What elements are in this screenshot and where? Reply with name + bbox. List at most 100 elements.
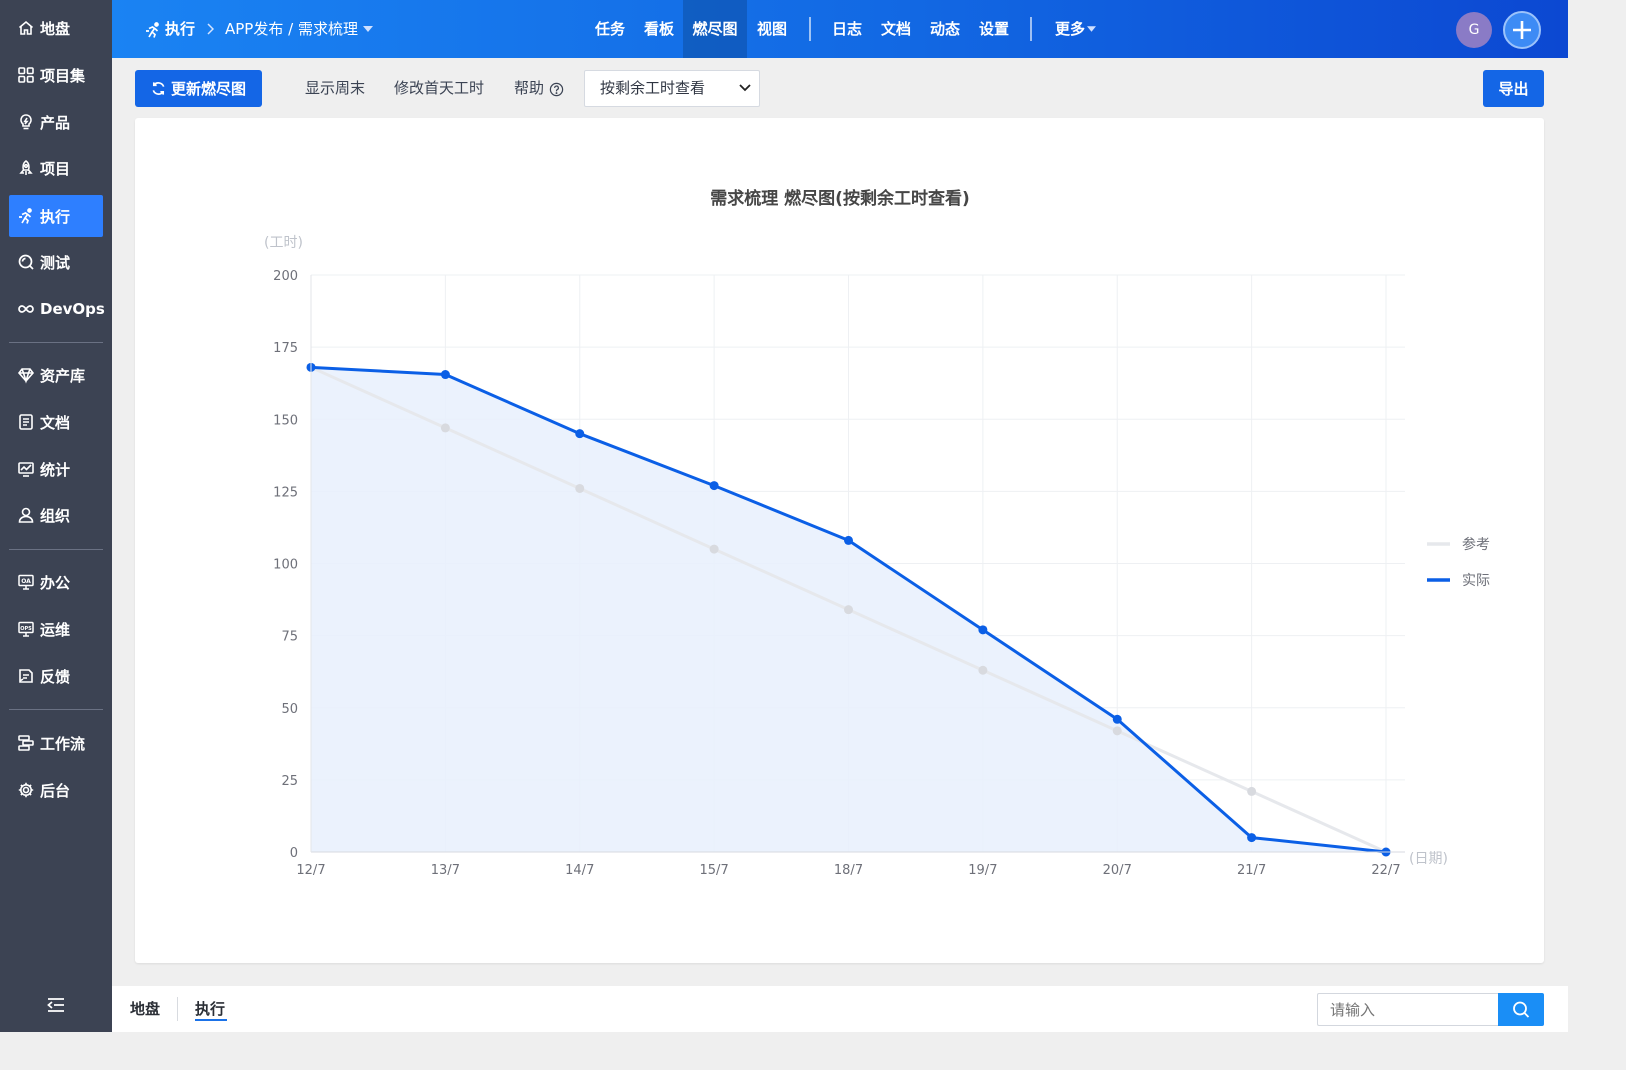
tab-task[interactable]: 任务 <box>587 0 633 58</box>
y-tick-label: 125 <box>273 485 298 500</box>
sidebar-item-bi[interactable]: 统计 <box>9 448 103 490</box>
module-title[interactable]: 执行 <box>165 0 195 58</box>
x-tick-label: 20/7 <box>1103 863 1132 878</box>
x-axis-label: (日期) <box>1409 851 1448 867</box>
sidebar-item-label: 文档 <box>40 413 71 432</box>
y-tick-label: 50 <box>281 702 298 717</box>
test-icon <box>18 254 34 270</box>
legend-label[interactable]: 参考 <box>1462 536 1490 553</box>
collapse-menu-icon[interactable] <box>46 996 66 1014</box>
sidebar-item-qa[interactable]: 测试 <box>9 241 103 283</box>
view-mode-select[interactable]: 按剩余工时查看 <box>584 70 760 107</box>
sidebar-divider <box>9 709 103 710</box>
x-tick-label: 14/7 <box>565 863 594 878</box>
x-tick-label: 15/7 <box>700 863 729 878</box>
sidebar-item-product[interactable]: 产品 <box>9 101 103 143</box>
chart-title: 需求梳理 燃尽图(按剩余工时查看) <box>710 188 969 209</box>
data-point-actual <box>978 625 988 635</box>
y-axis-label: (工时) <box>264 235 303 251</box>
run-icon <box>19 208 32 224</box>
sidebar-item-devops[interactable]: DevOps <box>9 288 105 330</box>
sidebar-item-ops[interactable]: OPS 运维 <box>9 608 103 650</box>
chevron-down-icon <box>739 84 751 92</box>
tab-kanban[interactable]: 看板 <box>636 0 682 58</box>
sidebar-item-admin[interactable]: 后台 <box>9 769 103 811</box>
breadcrumb[interactable]: APP发布 / 需求梳理 <box>225 0 358 58</box>
sidebar-item-program[interactable]: 项目集 <box>9 54 103 96</box>
legend-label[interactable]: 实际 <box>1462 573 1490 589</box>
avatar[interactable]: G <box>1456 12 1492 48</box>
refresh-burndown-label: 更新燃尽图 <box>170 80 246 98</box>
help-link[interactable]: 帮助 <box>514 70 544 107</box>
sidebar-item-assetlib[interactable]: 资产库 <box>9 354 103 396</box>
tab-view[interactable]: 视图 <box>749 0 795 58</box>
statusbar-crumb-home[interactable]: 地盘 <box>130 986 160 1032</box>
sidebar-item-label: 组织 <box>40 506 71 525</box>
workflow-icon <box>18 735 34 751</box>
tab-log[interactable]: 日志 <box>824 0 870 58</box>
oa-icon: OA <box>18 574 34 590</box>
home-icon <box>18 20 34 35</box>
x-tick-label: 21/7 <box>1237 863 1266 878</box>
sidebar-item-oa[interactable]: OA 办公 <box>9 561 103 603</box>
add-button[interactable] <box>1503 11 1541 49</box>
sidebar-item-label: DevOps <box>40 300 105 318</box>
sidebar-item-feedback[interactable]: 反馈 <box>9 655 103 697</box>
search-input[interactable] <box>1317 993 1499 1026</box>
sidebar-item-label: 运维 <box>40 620 71 639</box>
sidebar-item-label: 地盘 <box>40 19 71 38</box>
infinity-icon <box>18 305 34 313</box>
sidebar-item-workflow[interactable]: 工作流 <box>9 722 103 764</box>
sidebar-item-project[interactable]: 项目 <box>9 147 103 189</box>
caret-down-icon[interactable] <box>363 26 373 32</box>
data-point-reference <box>440 423 450 433</box>
tab-settings[interactable]: 设置 <box>971 0 1017 58</box>
sidebar-divider <box>9 549 103 550</box>
data-point-actual <box>440 370 450 380</box>
y-tick-label: 0 <box>290 846 298 861</box>
x-tick-label: 22/7 <box>1371 863 1400 878</box>
statusbar-crumb-current[interactable]: 执行 <box>195 986 225 1032</box>
stats-icon <box>18 462 34 477</box>
diamond-icon <box>17 368 35 384</box>
tab-burndown[interactable]: 燃尽图 <box>683 0 747 58</box>
gear-icon <box>18 782 34 798</box>
data-point-actual <box>844 535 853 545</box>
export-label: 导出 <box>1498 80 1529 98</box>
sidebar-item-doc[interactable]: 文档 <box>9 401 103 443</box>
data-point-reference <box>575 483 585 493</box>
chart-legend[interactable]: 参考实际 <box>1427 536 1490 589</box>
data-point-actual <box>1247 833 1257 843</box>
sidebar-item-label: 资产库 <box>40 366 86 385</box>
burndown-chart: 需求梳理 燃尽图(按剩余工时查看) (工时) (日期) 0 25 50 75 100 12… <box>264 188 1490 878</box>
x-tick-label: 13/7 <box>431 863 460 878</box>
data-point-reference <box>1112 726 1122 736</box>
data-point-reference <box>978 665 988 675</box>
help-icon[interactable] <box>549 82 564 97</box>
sidebar: 地盘 项目集 产品 项目 执行 测试 DevOps 资产库 文档 统计 组织 O… <box>0 0 112 1032</box>
sidebar-item-label: 反馈 <box>40 667 71 686</box>
tab-dynamic[interactable]: 动态 <box>922 0 968 58</box>
sidebar-item-org[interactable]: 组织 <box>9 494 103 536</box>
rocket-icon <box>19 160 33 175</box>
sidebar-item-execution[interactable]: 执行 <box>9 195 103 237</box>
y-tick-label: 150 <box>273 413 298 428</box>
sidebar-item-dashboard[interactable]: 地盘 <box>9 7 103 49</box>
top-header: 执行 APP发布 / 需求梳理 任务 看板 燃尽图 视图 日志 文档 动态 设置… <box>112 0 1568 58</box>
export-button[interactable]: 导出 <box>1483 70 1544 107</box>
show-weekend-link[interactable]: 显示周末 <box>305 70 365 107</box>
edit-first-day-hours-link[interactable]: 修改首天工时 <box>394 70 484 107</box>
search-button[interactable] <box>1498 993 1544 1026</box>
sidebar-item-label: 工作流 <box>40 734 86 753</box>
refresh-burndown-button[interactable]: 更新燃尽图 <box>135 70 262 107</box>
lightbulb-icon <box>20 114 32 130</box>
sidebar-item-label: 项目集 <box>40 66 86 85</box>
svg-text:OA: OA <box>21 578 31 585</box>
y-tick-label: 75 <box>281 630 298 645</box>
tab-doc[interactable]: 文档 <box>873 0 919 58</box>
data-point-reference <box>1247 786 1257 796</box>
tab-separator <box>1030 17 1032 41</box>
tab-separator <box>809 17 811 41</box>
sidebar-item-label: 执行 <box>40 207 71 226</box>
sidebar-item-label: 测试 <box>40 253 71 272</box>
